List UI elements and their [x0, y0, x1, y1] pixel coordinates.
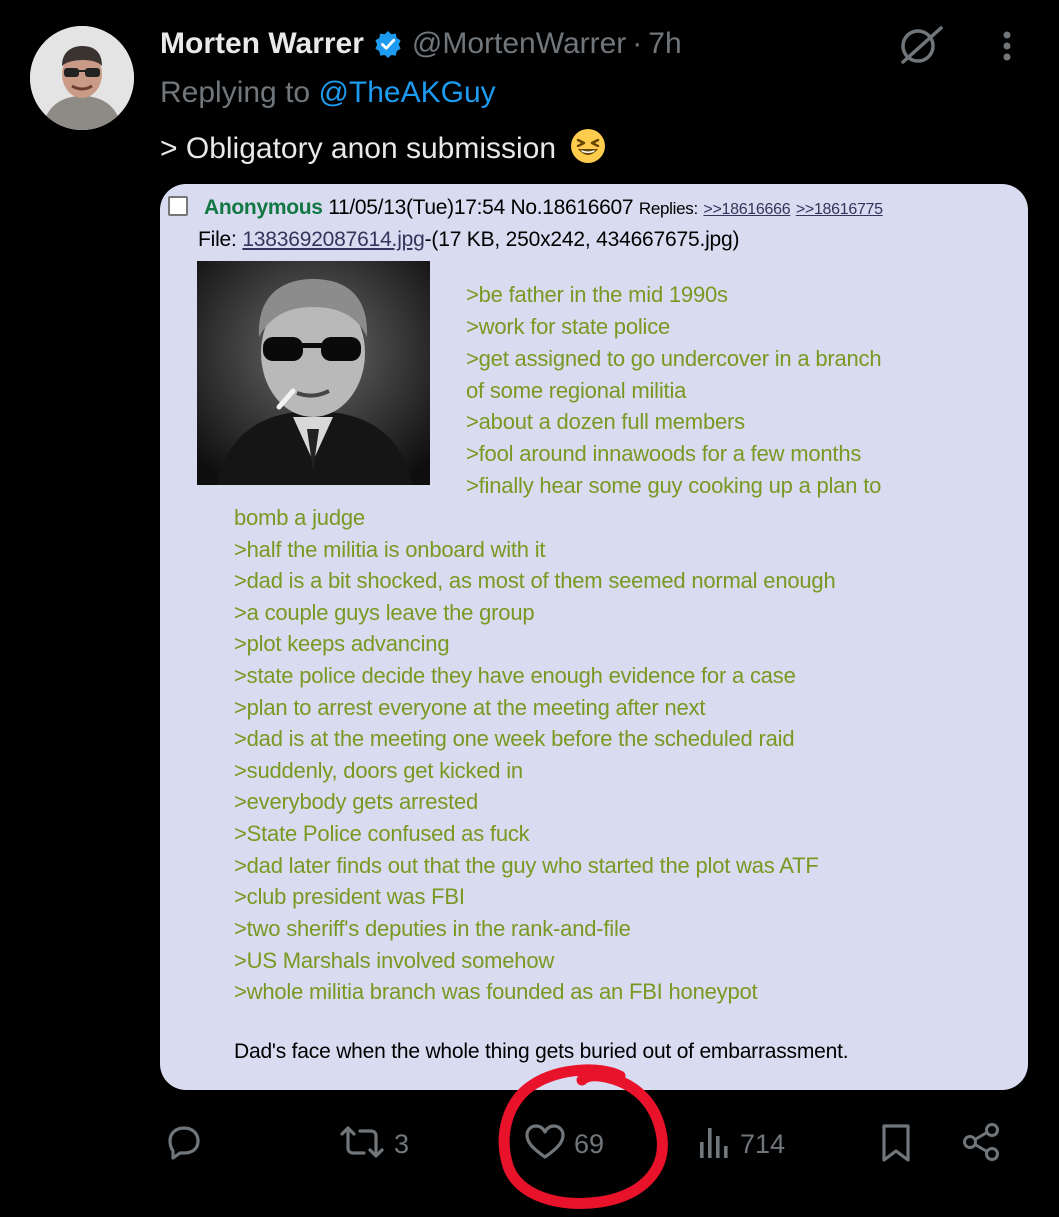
share-icon: [960, 1120, 1004, 1169]
replying-to-mention[interactable]: @TheAKGuy: [318, 76, 495, 109]
verified-badge-icon[interactable]: [374, 30, 402, 58]
greentext-line: >state police decide they have enough ev…: [234, 663, 796, 688]
greentext-line: bomb a judge: [234, 505, 365, 530]
post-header: Anonymous 11/05/13(Tue)17:54 No.18616607…: [204, 196, 883, 220]
tweet-header: Morten Warrer @MortenWarrer · 7h: [160, 24, 682, 64]
repost-count: 3: [394, 1128, 410, 1159]
post-closing-line: Dad's face when the whole thing gets bur…: [234, 1040, 849, 1063]
views-button[interactable]: 714: [694, 1114, 785, 1174]
bookmark-icon: [876, 1120, 916, 1169]
replying-to: Replying to @TheAKGuy: [160, 76, 496, 110]
greentext-line: >plot keeps advancing: [234, 631, 450, 656]
greentext-line: >dad is at the meeting one week before t…: [234, 726, 795, 751]
greentext-line: >suddenly, doors get kicked in: [234, 758, 523, 783]
greentext-line: of some regional militia: [466, 378, 687, 403]
poster-name: Anonymous: [204, 196, 323, 219]
post-thumbnail: [197, 261, 430, 485]
tweet-timestamp[interactable]: 7h: [648, 27, 681, 61]
greentext-line: >State Police confused as fuck: [234, 821, 530, 846]
post-number: No.18616607: [510, 196, 634, 219]
separator-dot: ·: [632, 27, 643, 60]
greentext-line: >plan to arrest everyone at the meeting …: [234, 695, 706, 720]
share-button[interactable]: [960, 1114, 1004, 1174]
attached-image[interactable]: Anonymous 11/05/13(Tue)17:54 No.18616607…: [160, 184, 1028, 1090]
heart-icon: [522, 1120, 568, 1169]
file-label: File:: [198, 228, 237, 251]
file-name-link: 1383692087614.jpg: [242, 228, 425, 251]
grinning-squinting-face-icon: [570, 128, 606, 164]
post-datetime: 11/05/13(Tue)17:54: [328, 196, 505, 219]
reply-button[interactable]: [162, 1114, 206, 1174]
replying-to-label: Replying to: [160, 76, 311, 109]
greentext-line: >half the militia is onboard with it: [234, 537, 546, 562]
view-count: 714: [740, 1128, 786, 1159]
like-button[interactable]: 69: [522, 1114, 604, 1174]
greentext-line: >work for state police: [466, 314, 671, 339]
greentext-line: >get assigned to go undercover in a bran…: [466, 346, 882, 371]
greentext-line: >dad is a bit shocked, as most of them s…: [234, 568, 836, 593]
greentext-line: >everybody gets arrested: [234, 789, 479, 814]
post-reply-link: >>18616666: [703, 201, 791, 218]
post-reply-link: >>18616775: [795, 201, 883, 218]
post-checkbox: [168, 196, 188, 216]
greentext-line: >two sheriff's deputies in the rank-and-…: [234, 916, 631, 941]
grok-icon[interactable]: [896, 24, 946, 66]
greentext-line: >finally hear some guy cooking up a plan…: [466, 473, 882, 498]
tweet-text: > Obligatory anon submission: [160, 128, 606, 166]
greentext-line: >US Marshals involved somehow: [234, 948, 555, 973]
greentext-line: >club president was FBI: [234, 884, 465, 909]
tweet-action-bar: 3 69 714: [0, 1114, 1059, 1174]
author-handle[interactable]: @MortenWarrer: [412, 27, 626, 61]
post-file-line: File: 1383692087614.jpg-(17 KB, 250x242,…: [198, 228, 739, 252]
more-options-icon[interactable]: [996, 28, 1018, 64]
like-count: 69: [574, 1128, 605, 1159]
greentext-line: >fool around innawoods for a few months: [466, 441, 862, 466]
greentext-line: >about a dozen full members: [466, 409, 745, 434]
greentext-line: >a couple guys leave the group: [234, 600, 535, 625]
author-display-name[interactable]: Morten Warrer: [160, 27, 364, 61]
author-avatar[interactable]: [30, 26, 134, 130]
bookmark-button[interactable]: [876, 1114, 916, 1174]
file-info: -(17 KB, 250x242, 434667675.jpg): [424, 228, 740, 251]
repost-button[interactable]: 3: [336, 1114, 409, 1174]
post-replies-label: Replies:: [638, 199, 698, 218]
reply-icon: [162, 1120, 206, 1169]
greentext-line: >dad later finds out that the guy who st…: [234, 853, 819, 878]
greentext-line: >whole militia branch was founded as an …: [234, 979, 758, 1004]
tweet-body: > Obligatory anon submission: [160, 132, 557, 165]
analytics-icon: [694, 1120, 734, 1169]
greentext-line: >be father in the mid 1990s: [466, 282, 728, 307]
repost-icon: [336, 1120, 388, 1169]
